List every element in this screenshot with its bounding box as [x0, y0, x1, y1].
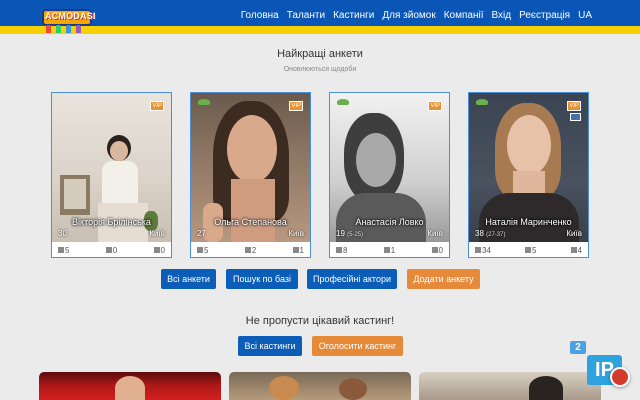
- logo-figure-icon: [56, 25, 61, 33]
- stat-video: 1: [383, 246, 395, 255]
- vip-badge: VIP: [289, 101, 303, 111]
- review-icon: [292, 247, 299, 254]
- nav-language[interactable]: UA: [578, 10, 592, 21]
- nav-home[interactable]: Головна: [241, 10, 279, 21]
- nav-for-shooting[interactable]: Для зйомок: [382, 10, 435, 21]
- search-database-button[interactable]: Пошук по базі: [226, 269, 298, 289]
- profile-card[interactable]: VIP Ольга Степанова 27 Київ 5 2 1: [190, 92, 311, 258]
- stat-photos: 5: [197, 246, 208, 255]
- photo-icon: [336, 247, 342, 254]
- profile-name: Ольга Степанова: [214, 217, 287, 227]
- vip-badge: VIP: [428, 101, 442, 111]
- face: [356, 133, 396, 187]
- logo-figure-icon: [46, 25, 51, 33]
- profile-age: 38 (27-37): [475, 229, 506, 238]
- stat-reviews: 4: [570, 246, 582, 255]
- profile-age: 27: [197, 229, 206, 238]
- profile-name: Анастасія Ловко: [355, 217, 424, 227]
- review-icon: [431, 247, 438, 254]
- photo-icon: [58, 247, 64, 254]
- video-icon: [525, 247, 531, 254]
- casting-card[interactable]: [229, 372, 411, 400]
- face: [110, 141, 128, 161]
- nav-register[interactable]: Реєстрація: [519, 10, 570, 21]
- photo-icon: [197, 247, 203, 254]
- castings-title: Не пропусти цікавий кастинг!: [245, 315, 395, 327]
- video-icon: [244, 247, 251, 254]
- nav-companies[interactable]: Компанії: [444, 10, 484, 21]
- vip-badge: VIP: [567, 101, 581, 111]
- nav-talents[interactable]: Таланти: [287, 10, 325, 21]
- profile-age: 19 (5-25): [336, 229, 364, 238]
- profile-card[interactable]: VIP Наталія Маринченко 38 (27-37) Київ 3…: [468, 92, 589, 258]
- profile-age: 30: [58, 229, 67, 238]
- stat-video: 5: [525, 246, 536, 255]
- stat-reviews: 0: [431, 246, 443, 255]
- main-nav: Головна Таланти Кастинги Для зйомок Комп…: [241, 10, 592, 21]
- profile-card[interactable]: VIP Анастасія Ловко 19 (5-25) Київ 8 1 0: [329, 92, 450, 258]
- logo-figure-icon: [66, 25, 71, 33]
- video-icon: [383, 247, 390, 254]
- face: [227, 115, 277, 183]
- profile-photo[interactable]: VIP Вікторія Брілінська 30 Київ: [52, 93, 171, 242]
- casting-card[interactable]: [419, 372, 601, 400]
- profile-city: Київ: [566, 229, 582, 238]
- graduate-cap-icon: [198, 99, 210, 105]
- logo-text: ACMODASI: [45, 11, 96, 21]
- stat-photos: 5: [58, 246, 69, 255]
- stat-video: 0: [105, 246, 117, 255]
- photo-icon: [475, 247, 481, 254]
- casting-card[interactable]: [39, 372, 221, 400]
- stat-reviews: 0: [153, 246, 165, 255]
- neck: [231, 179, 275, 242]
- site-header: ACMODASI Головна Таланти Кастинги Для зй…: [0, 0, 640, 34]
- verified-icon: [570, 113, 581, 121]
- profile-city: Київ: [149, 229, 165, 238]
- casting-photo: [529, 376, 563, 400]
- profile-city: Київ: [288, 229, 304, 238]
- profile-city: Київ: [427, 229, 443, 238]
- all-castings-button[interactable]: Всі кастинги: [238, 336, 302, 356]
- pro-actors-button[interactable]: Професійні актори: [307, 269, 397, 289]
- header-flag-stripe: [0, 26, 640, 34]
- logo-figure-icon: [76, 25, 81, 33]
- profile-stats: 8 1 0: [330, 243, 449, 257]
- site-logo[interactable]: ACMODASI: [42, 6, 95, 33]
- stat-reviews: 1: [292, 246, 304, 255]
- casting-photo: [339, 378, 367, 400]
- frame-decor: [64, 179, 86, 209]
- casting-photo: [115, 376, 145, 400]
- casting-photo: [269, 376, 299, 400]
- profile-name: Наталія Маринченко: [485, 217, 572, 227]
- profile-stats: 5 0 0: [52, 243, 171, 257]
- profile-stats: 34 5 4: [469, 243, 588, 257]
- add-profile-button[interactable]: Додати анкету: [407, 269, 480, 289]
- profile-photo[interactable]: VIP Наталія Маринченко 38 (27-37) Київ: [469, 93, 588, 242]
- notification-count-badge[interactable]: 2: [570, 341, 586, 354]
- graduate-cap-icon: [337, 99, 349, 105]
- profile-name: Вікторія Брілінська: [72, 217, 151, 227]
- stat-video: 2: [244, 246, 256, 255]
- neck: [513, 171, 545, 195]
- video-icon: [105, 247, 112, 254]
- profile-photo[interactable]: VIP Анастасія Ловко 19 (5-25) Київ: [330, 93, 449, 242]
- best-profiles-title: Найкращі анкети: [277, 48, 363, 60]
- stat-photos: 34: [475, 246, 491, 255]
- stat-photos: 8: [336, 246, 347, 255]
- vip-badge: VIP: [150, 101, 164, 111]
- review-icon: [570, 247, 577, 254]
- profile-photo[interactable]: VIP Ольга Степанова 27 Київ: [191, 93, 310, 242]
- nav-castings[interactable]: Кастинги: [333, 10, 374, 21]
- face: [507, 115, 551, 175]
- graduate-cap-icon: [476, 99, 488, 105]
- all-profiles-button[interactable]: Всі анкети: [161, 269, 216, 289]
- profile-card[interactable]: VIP Вікторія Брілінська 30 Київ 5 0 0: [51, 92, 172, 258]
- nav-login[interactable]: Вхід: [492, 10, 512, 21]
- review-icon: [153, 247, 160, 254]
- help-round-icon[interactable]: [610, 367, 630, 387]
- best-profiles-subtitle: Оновлюються щодоби: [283, 66, 357, 73]
- profile-stats: 5 2 1: [191, 243, 310, 257]
- announce-casting-button[interactable]: Оголосити кастинг: [312, 336, 403, 356]
